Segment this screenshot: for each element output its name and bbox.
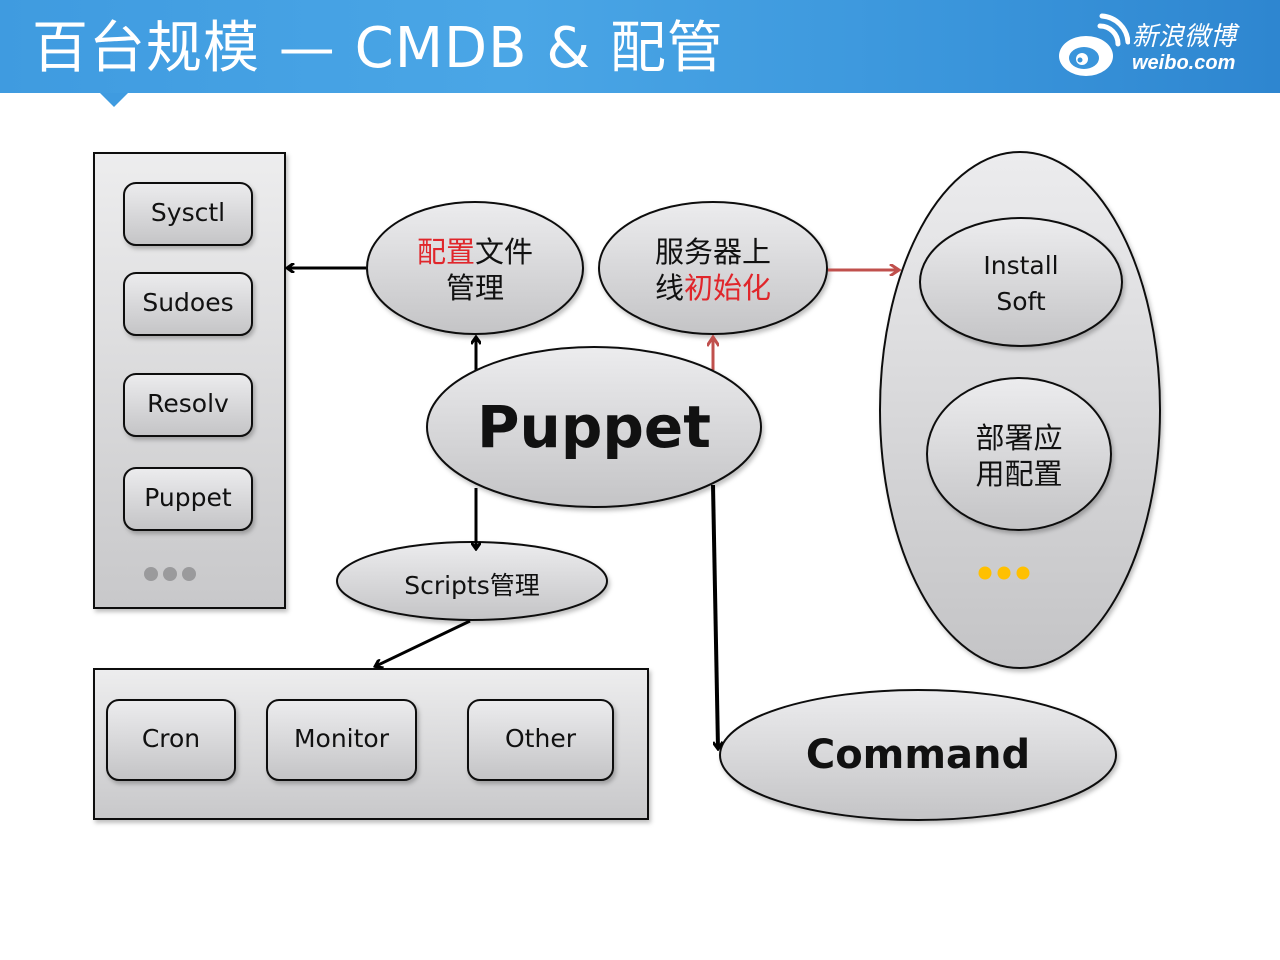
- module-label-resolv: Resolv: [147, 389, 229, 418]
- server-init-line1: 服务器上: [654, 235, 771, 269]
- edge-scripts-to-modules: [376, 619, 471, 666]
- install-soft-line2: Soft: [996, 287, 1046, 316]
- edge-puppet-to-command: [711, 484, 718, 748]
- command-label: Command: [805, 732, 1031, 778]
- deploy-app-config-line1: 部署应: [975, 421, 1063, 455]
- module-label-monitor: Monitor: [293, 724, 390, 753]
- server-init-red-text: 初始化: [684, 271, 772, 305]
- scripts-mgmt-label: Scripts管理: [404, 571, 540, 600]
- puppet-label: Puppet: [477, 393, 711, 461]
- module-label-cron: Cron: [141, 724, 201, 753]
- more-deploy-steps-icon: [978, 566, 1030, 580]
- module-label-sysctl: Sysctl: [150, 198, 226, 227]
- module-label-puppet: Puppet: [144, 483, 232, 512]
- more-modules-icon: [144, 567, 196, 581]
- config-file-mgmt-label: 配置文件 管理: [375, 234, 575, 306]
- config-file-mgmt-red-text: 配置: [416, 235, 475, 269]
- module-label-other: Other: [505, 724, 576, 753]
- deploy-app-config-label: 部署应 用配置: [927, 420, 1111, 492]
- deploy-app-config-line2: 用配置: [975, 457, 1063, 491]
- config-file-mgmt-line2: 管理: [445, 271, 504, 305]
- module-label-sudoes: Sudoes: [142, 288, 234, 317]
- server-init-line2-black: 线: [654, 271, 684, 305]
- config-file-mgmt-line1: 文件: [475, 235, 534, 269]
- server-init-label: 服务器上 线初始化: [613, 234, 813, 306]
- install-soft-label: Install Soft: [920, 248, 1122, 320]
- install-soft-line1: Install: [983, 251, 1059, 280]
